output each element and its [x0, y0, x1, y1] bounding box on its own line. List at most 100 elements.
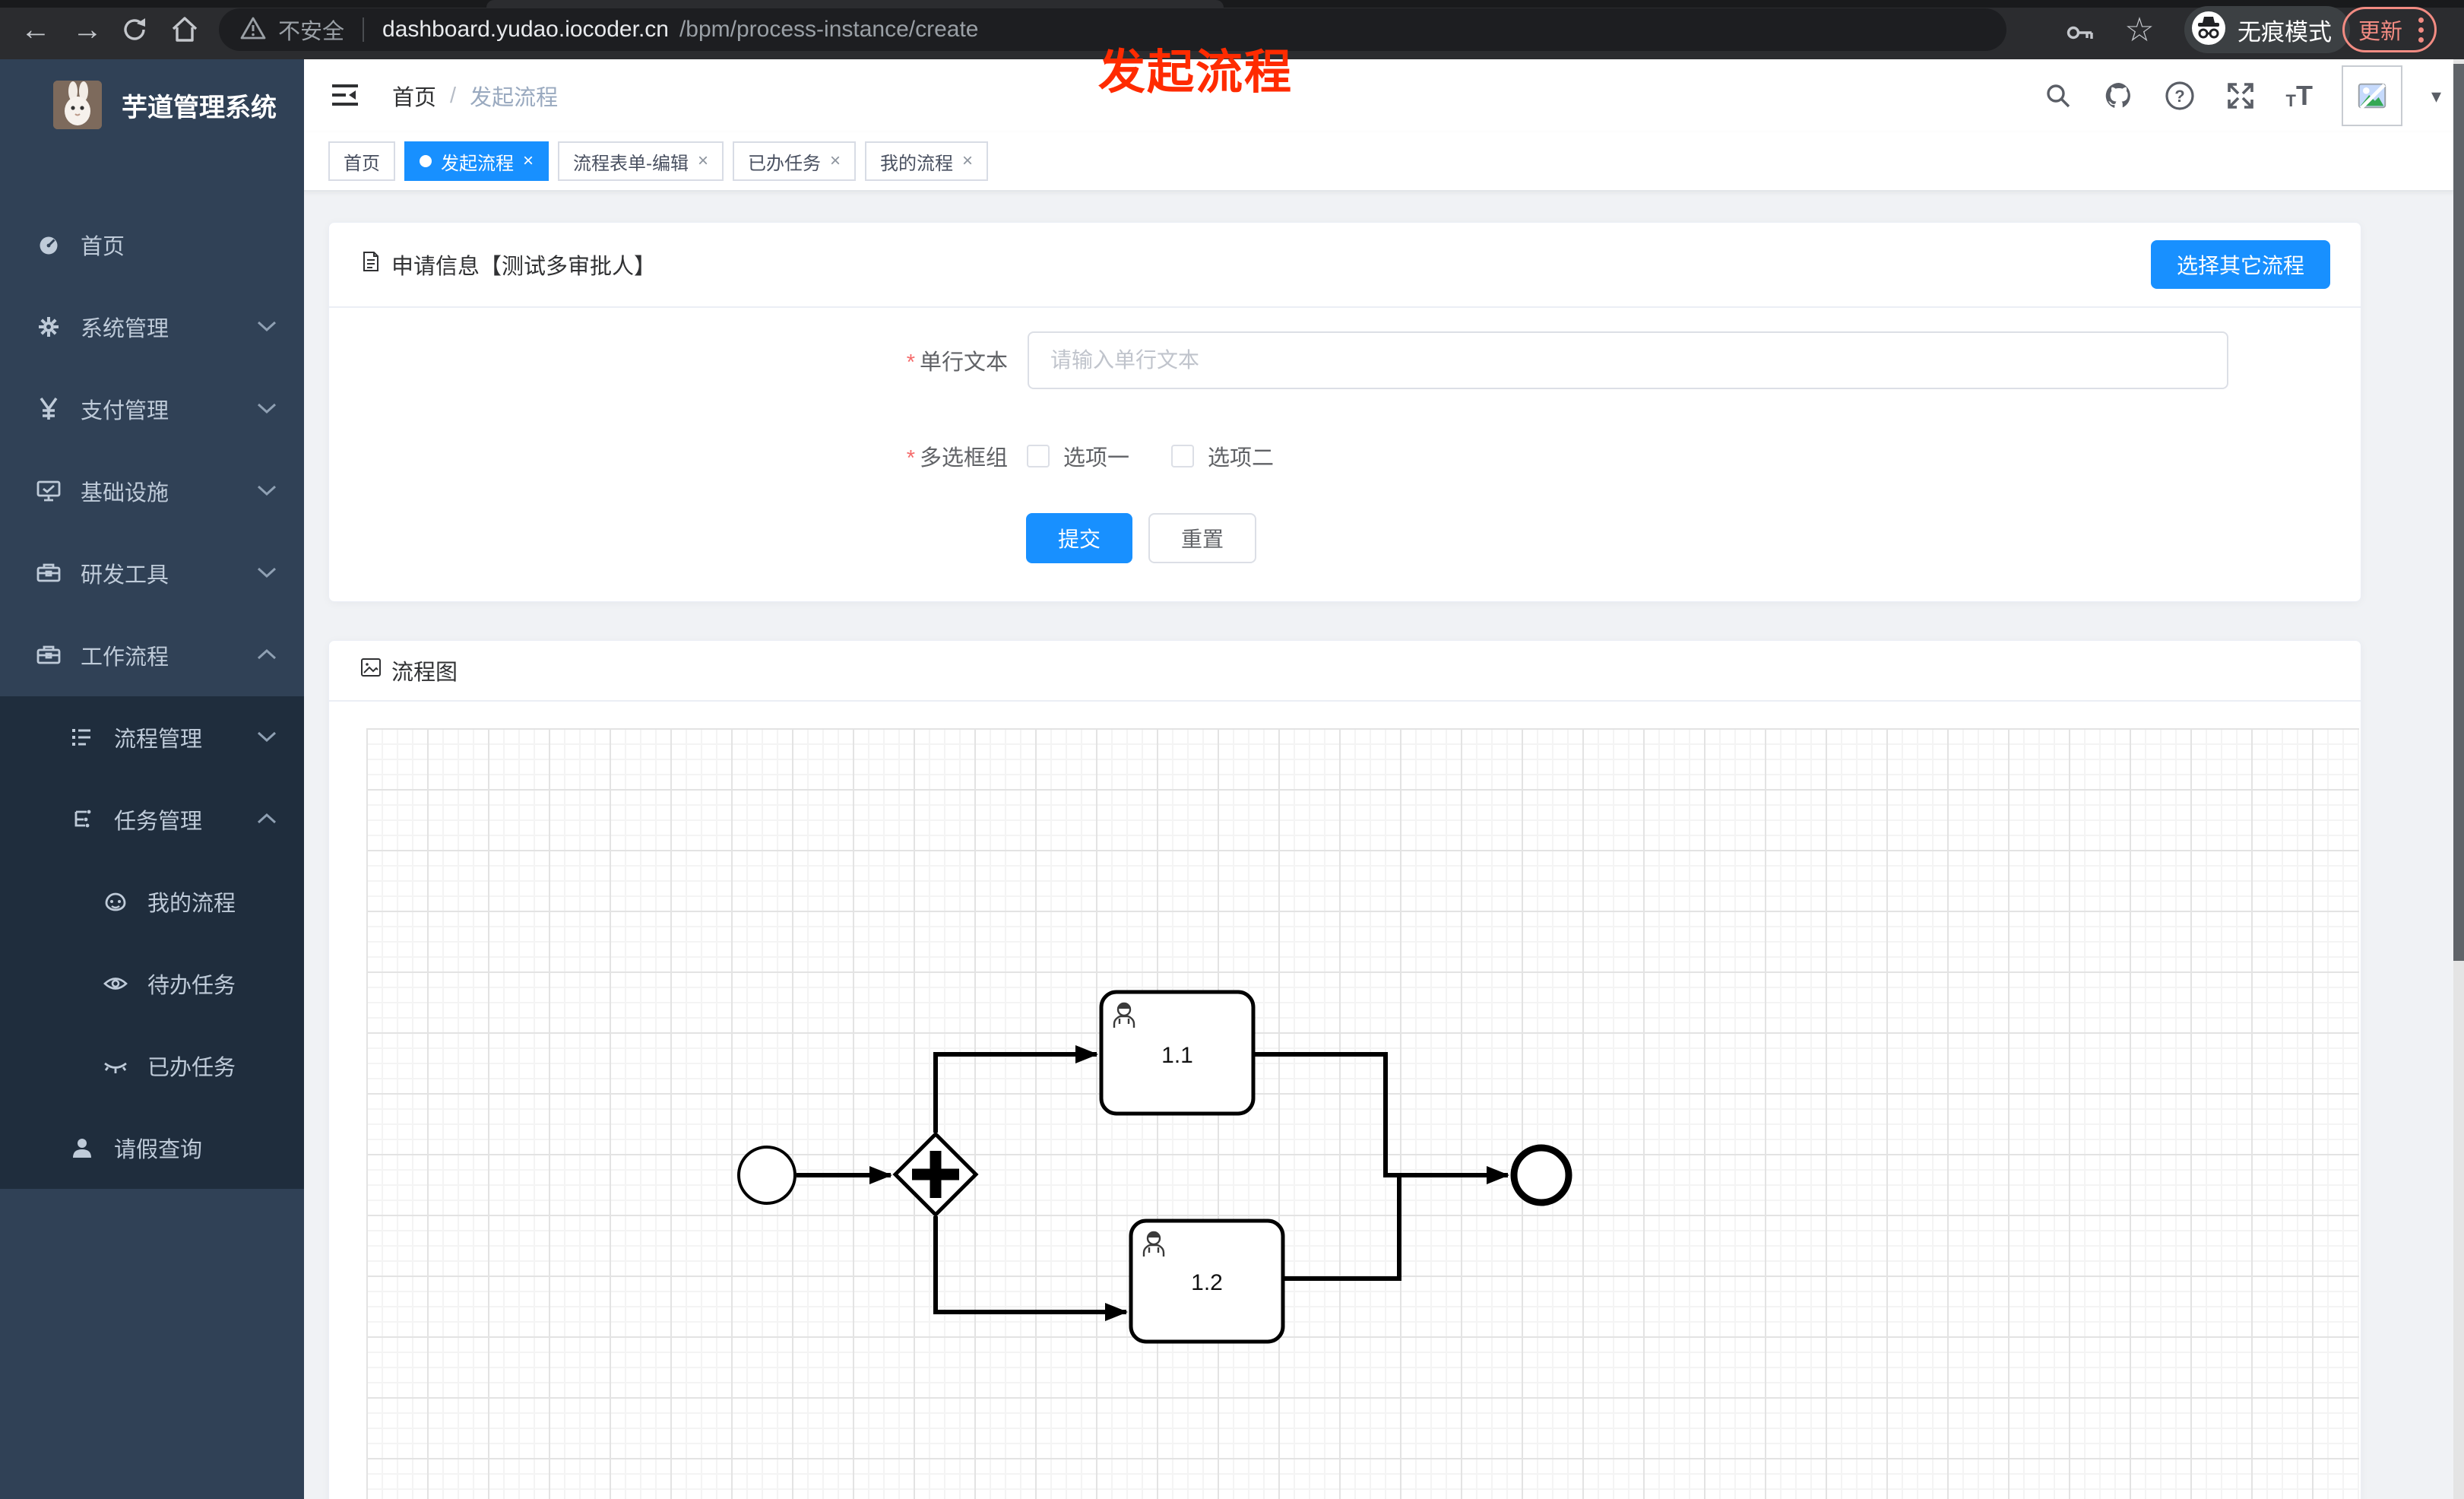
incognito-badge: 无痕模式 — [2184, 6, 2350, 53]
image-icon — [359, 656, 382, 685]
card-header: 申请信息【测试多审批人】 选择其它流程 — [329, 223, 2361, 308]
flow-gateway-task1 — [933, 1045, 1098, 1133]
app-logo-row[interactable]: 芋道管理系统 — [0, 59, 304, 151]
text-field-label: * 单行文本 — [906, 350, 1008, 375]
sidebar-item-workflow[interactable]: 工作流程 — [0, 614, 304, 696]
task-label: 1.1 — [1161, 1043, 1193, 1068]
select-other-process-button[interactable]: 选择其它流程 — [2150, 240, 2330, 289]
page-scrollbar[interactable] — [2453, 59, 2464, 1499]
tab-home[interactable]: 首页 — [328, 141, 395, 181]
sidebar-item-dev-tools[interactable]: 研发工具 — [0, 532, 304, 614]
tab-label: 发起流程 — [441, 153, 514, 174]
chevron-up-icon — [257, 813, 277, 825]
sidebar-item-label: 流程管理 — [114, 727, 203, 752]
bpmn-diagram: 1.1 1.2 — [737, 990, 1572, 1344]
sidebar-item-system[interactable]: 系统管理 — [0, 286, 304, 368]
diagram-body: 1.1 1.2 — [329, 703, 2361, 1499]
face-icon — [100, 888, 131, 915]
sidebar-item-infrastructure[interactable]: 基础设施 — [0, 450, 304, 532]
sidebar-item-my-process[interactable]: 我的流程 — [0, 860, 304, 943]
sidebar-item-process-management[interactable]: 流程管理 — [0, 696, 304, 778]
sidebar-collapse-icon[interactable] — [328, 79, 362, 113]
sidebar-item-todo-tasks[interactable]: 待办任务 — [0, 943, 304, 1025]
warning-icon — [239, 14, 268, 46]
key-icon[interactable] — [2061, 14, 2099, 52]
bookmark-star-icon[interactable]: ☆ — [2120, 11, 2158, 49]
bpmn-user-task-1[interactable]: 1.1 — [1099, 990, 1256, 1116]
close-icon[interactable]: × — [523, 151, 534, 172]
sidebar-item-payment[interactable]: 支付管理 — [0, 368, 304, 450]
browser-forward-icon[interactable]: → — [68, 11, 106, 49]
monitor-icon — [33, 477, 64, 505]
sidebar-item-leave-query[interactable]: 请假查询 — [0, 1107, 304, 1189]
checkbox-option-1[interactable] — [1027, 445, 1050, 467]
bpmn-end-event[interactable] — [1510, 1144, 1572, 1206]
sidebar-item-task-management[interactable]: 任务管理 — [0, 778, 304, 860]
security-label[interactable]: 不安全 — [278, 14, 344, 46]
reset-button[interactable]: 重置 — [1148, 513, 1256, 563]
yen-icon — [33, 395, 64, 423]
tab-process-form-edit[interactable]: 流程表单-编辑 × — [558, 141, 724, 181]
sidebar-item-done-tasks[interactable]: 已办任务 — [0, 1025, 304, 1107]
sidebar-item-label: 支付管理 — [81, 399, 169, 423]
tab-my-process[interactable]: 我的流程 × — [865, 141, 989, 181]
search-icon[interactable] — [2042, 80, 2074, 112]
checkbox-option-2[interactable] — [1171, 445, 1194, 467]
chevron-down-icon[interactable]: ▾ — [2431, 84, 2441, 108]
tab-label: 流程表单-编辑 — [573, 153, 689, 174]
app-title: 芋道管理系统 — [122, 93, 277, 122]
apply-info-card: 申请信息【测试多审批人】 选择其它流程 *单行文本 *多选框组 选项一 选项二 … — [328, 222, 2361, 602]
app-logo — [53, 81, 102, 129]
browser-menu-icon[interactable] — [2418, 17, 2424, 43]
breadcrumb-current: 发起流程 — [470, 86, 559, 110]
breadcrumb-home[interactable]: 首页 — [392, 80, 436, 112]
svg-text:?: ? — [2175, 87, 2185, 106]
browser-tab-strip — [0, 0, 2464, 8]
card-title: 申请信息【测试多审批人】 — [391, 255, 657, 279]
url-domain: dashboard.yudao.iocoder.cn — [382, 17, 669, 42]
help-icon[interactable]: ? — [2164, 80, 2196, 112]
fullscreen-icon[interactable] — [2225, 80, 2257, 112]
close-icon[interactable]: × — [962, 151, 973, 172]
checkbox-option-2-label[interactable]: 选项二 — [1208, 440, 1274, 472]
card-header: 流程图 — [329, 641, 2361, 702]
bpmn-user-task-2[interactable]: 1.2 — [1129, 1219, 1285, 1344]
dashboard-icon — [33, 231, 64, 258]
browser-active-tab[interactable] — [486, 0, 1224, 8]
sidebar-item-label: 基础设施 — [81, 481, 169, 505]
sidebar-item-home[interactable]: 首页 — [0, 204, 304, 286]
bpmn-canvas[interactable]: 1.1 1.2 — [366, 728, 2359, 1499]
checkbox-group-label: * 多选框组 — [906, 446, 1008, 471]
flow-task1-end — [1253, 1052, 1509, 1184]
breadcrumb: 首页 / 发起流程 — [392, 59, 558, 132]
sidebar-item-label: 待办任务 — [147, 974, 236, 998]
sidebar-item-label: 工作流程 — [81, 645, 169, 670]
single-line-text-input[interactable] — [1028, 331, 2228, 389]
eye-icon — [100, 970, 131, 997]
workflow-submenu: 流程管理 任务管理 我的流程 待办任务 已办任务 请假查询 — [0, 696, 304, 1189]
bpmn-start-event[interactable] — [737, 1146, 797, 1205]
font-size-icon[interactable]: TT — [2285, 82, 2312, 109]
close-icon[interactable]: × — [830, 151, 841, 172]
sidebar: 芋道管理系统 首页 系统管理 支付管理 基础设施 研发工具 工作流程 流程管理 … — [0, 59, 304, 1499]
task-label: 1.2 — [1191, 1270, 1223, 1295]
branch-icon — [67, 806, 97, 833]
browser-reload-icon[interactable] — [116, 11, 154, 49]
browser-update-button[interactable]: 更新 — [2342, 7, 2437, 52]
scrollbar-thumb[interactable] — [2453, 64, 2464, 961]
submit-button[interactable]: 提交 — [1026, 513, 1132, 563]
tab-done-tasks[interactable]: 已办任务 × — [733, 141, 857, 181]
apply-form: *单行文本 *多选框组 选项一 选项二 提交 重置 — [329, 308, 2361, 601]
active-dot — [420, 155, 432, 167]
tab-start-process[interactable]: 发起流程 × — [404, 141, 549, 181]
browser-home-icon[interactable] — [166, 11, 204, 49]
sidebar-item-label: 已办任务 — [147, 1056, 236, 1080]
incognito-icon — [2190, 10, 2227, 50]
browser-back-icon[interactable]: ← — [17, 11, 55, 49]
checkbox-option-1-label[interactable]: 选项一 — [1063, 440, 1129, 472]
github-icon[interactable] — [2103, 80, 2135, 112]
flow-task2-join — [1283, 1177, 1401, 1281]
sidebar-item-label: 请假查询 — [114, 1138, 203, 1162]
close-icon[interactable]: × — [698, 151, 708, 172]
avatar[interactable] — [2341, 65, 2402, 126]
